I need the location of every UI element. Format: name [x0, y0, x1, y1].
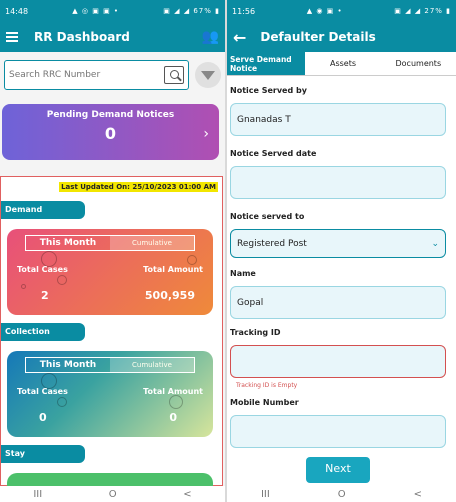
pending-demand-card[interactable]: Pending Demand Notices 0 ›: [2, 104, 219, 160]
home-button[interactable]: O: [109, 489, 117, 500]
status-bar: 14:48 ▲ ◎ ▣ ▣ • ▣ ◢ ◢ 67% ▮: [0, 0, 225, 22]
tracking-id-field[interactable]: [230, 345, 446, 378]
defaulter-details-screen: 11:56 ▲ ◉ ▣ • ▣ ◢ ◢ 27% ▮ ← Defaulter De…: [227, 0, 456, 502]
served-date-label: Notice Served date: [230, 149, 317, 158]
status-icons: ▲ ◉ ▣ •: [306, 7, 343, 15]
total-cases-label: Total Cases: [17, 387, 68, 396]
name-label: Name: [230, 269, 256, 278]
tab-this-month[interactable]: This Month: [26, 358, 110, 372]
mobile-number-field[interactable]: [230, 415, 446, 448]
tracking-id-label: Tracking ID: [230, 328, 281, 337]
status-right: ▣ ◢ ◢ 27% ▮: [394, 7, 451, 15]
recent-apps-button[interactable]: III: [261, 489, 270, 500]
filter-button[interactable]: [195, 62, 221, 88]
page-title: Defaulter Details: [260, 30, 376, 44]
rr-dashboard-screen: 14:48 ▲ ◎ ▣ ▣ • ▣ ◢ ◢ 67% ▮ RR Dashboard…: [0, 0, 225, 502]
system-nav-bar: III O <: [0, 486, 225, 502]
status-icons: ▲ ◎ ▣ ▣ •: [72, 7, 120, 15]
total-amount-value: 500,959: [144, 289, 195, 302]
mobile-number-label: Mobile Number: [230, 398, 299, 407]
tracking-id-error: Tracking ID is Empty: [236, 382, 298, 389]
system-nav-bar: III O <: [227, 486, 456, 502]
search-box[interactable]: [4, 60, 190, 90]
tab-cumulative[interactable]: Cumulative: [110, 236, 194, 250]
decor-bubble: [187, 255, 197, 265]
tab-this-month[interactable]: This Month: [26, 236, 110, 250]
decor-bubble: [57, 275, 67, 285]
home-button[interactable]: O: [338, 489, 346, 500]
section-label-demand: Demand: [1, 201, 85, 219]
app-bar: ← Defaulter Details: [227, 22, 456, 52]
serve-notice-form: Notice Served by Gnanadas T Notice Serve…: [227, 86, 456, 448]
decor-bubble: [21, 284, 26, 289]
total-cases-value: 0: [39, 411, 47, 424]
app-bar: RR Dashboard 👥: [0, 22, 225, 52]
section-label-collection: Collection: [1, 323, 85, 341]
tab-documents[interactable]: Documents: [381, 52, 456, 75]
search-input[interactable]: [9, 70, 159, 80]
chevron-down-icon: ⌄: [431, 238, 439, 249]
served-date-field[interactable]: [230, 166, 446, 199]
pending-title: Pending Demand Notices: [46, 110, 175, 120]
tab-serve-demand-notice[interactable]: Serve Demand Notice: [227, 52, 306, 75]
demand-card: This Month Cumulative Total Cases Total …: [7, 229, 213, 315]
tab-assets[interactable]: Assets: [305, 52, 380, 75]
total-amount-value: 0: [169, 411, 177, 424]
users-icon[interactable]: 👥: [202, 29, 219, 45]
search-icon[interactable]: [164, 66, 185, 84]
total-amount-label: Total Amount: [143, 265, 203, 274]
served-to-select[interactable]: Registered Post ⌄: [230, 229, 446, 258]
pending-value: 0: [104, 124, 117, 143]
back-arrow-icon[interactable]: ←: [233, 28, 246, 47]
served-to-label: Notice served to: [230, 212, 305, 221]
dashboard-area: Last Updated On: 25/10/2023 01:00 AM Dem…: [0, 176, 223, 493]
name-field[interactable]: Gopal: [230, 286, 446, 319]
next-button[interactable]: Next: [306, 457, 370, 483]
last-updated: Last Updated On: 25/10/2023 01:00 AM: [59, 182, 218, 192]
served-by-label: Notice Served by: [230, 86, 307, 95]
menu-icon[interactable]: [6, 32, 20, 42]
back-button[interactable]: <: [414, 489, 422, 500]
filter-icon: [201, 70, 216, 80]
collection-toggle: This Month Cumulative: [25, 357, 195, 373]
search-row: [0, 52, 225, 98]
demand-toggle: This Month Cumulative: [25, 235, 195, 251]
collection-card: This Month Cumulative Total Cases Total …: [7, 351, 213, 437]
total-amount-label: Total Amount: [143, 387, 203, 396]
status-bar: 11:56 ▲ ◉ ▣ • ▣ ◢ ◢ 27% ▮: [227, 0, 456, 22]
section-label-stay: Stay: [1, 445, 85, 463]
page-title: RR Dashboard: [34, 30, 130, 44]
status-time: 11:56: [232, 6, 256, 16]
served-to-value: Registered Post: [237, 238, 307, 249]
tab-cumulative[interactable]: Cumulative: [110, 358, 194, 372]
decor-bubble: [169, 395, 183, 409]
recent-apps-button[interactable]: III: [33, 489, 42, 500]
status-right: ▣ ◢ ◢ 67% ▮: [163, 7, 220, 15]
status-time: 14:48: [5, 6, 29, 16]
decor-bubble: [57, 397, 67, 407]
chevron-right-icon: ›: [203, 126, 209, 142]
tab-bar: Serve Demand Notice Assets Documents: [227, 52, 456, 76]
back-button[interactable]: <: [183, 489, 191, 500]
total-cases-label: Total Cases: [17, 265, 68, 274]
total-cases-value: 2: [41, 289, 49, 302]
served-by-field[interactable]: Gnanadas T: [230, 103, 446, 136]
